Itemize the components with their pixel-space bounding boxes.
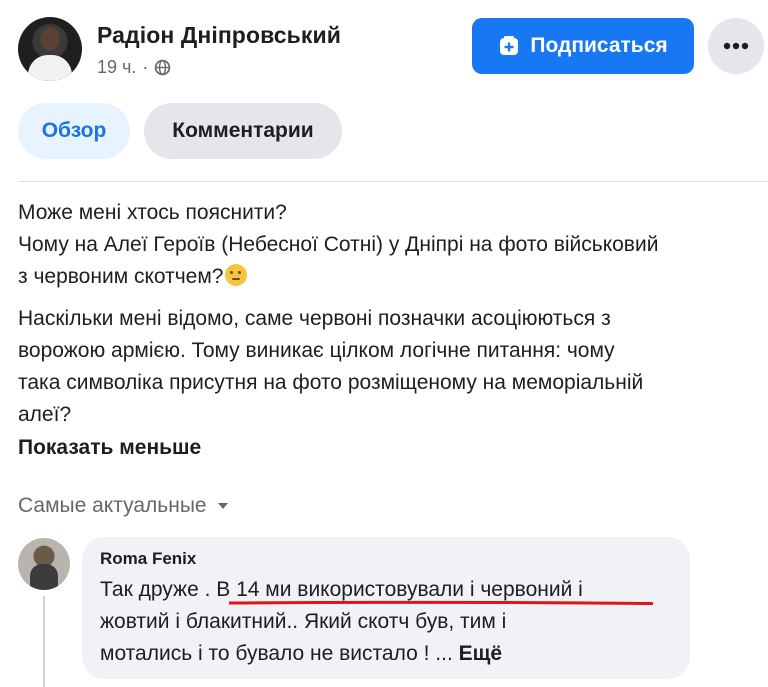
comment-text: Так друже . В 14 ми використовували і че…	[100, 574, 680, 670]
follow-label: Подписаться	[530, 34, 668, 57]
post-line: Наскільки мені відомо, саме червоні позн…	[18, 307, 611, 330]
post-line: Може мені хтось пояснити?	[18, 201, 287, 224]
post-text: Може мені хтось пояснити? Чому на Алеї Г…	[18, 197, 758, 441]
meta-separator: ·	[142, 57, 149, 77]
commenter-name[interactable]: Roma Fenix	[100, 549, 196, 569]
post-paragraph-1: Може мені хтось пояснити? Чому на Алеї Г…	[18, 197, 758, 293]
comment-sort-dropdown[interactable]: Самые актуальные	[18, 494, 229, 518]
avatar-torso	[28, 55, 72, 81]
commenter-avatar-body	[30, 564, 58, 590]
comment-highlighted-text: В 14 ми використовували і червоний	[216, 578, 573, 601]
divider	[18, 181, 768, 182]
post-header: Радіон Дніпровський 19 ч. · Подписаться	[0, 0, 768, 100]
thinking-face-emoji	[225, 264, 248, 286]
globe-icon	[155, 59, 171, 76]
post-line: така символіка присутня на фото розміщен…	[18, 371, 644, 394]
post-line: ворожою армією. Тому виникає цілком логі…	[18, 339, 615, 362]
comment-text-end: і	[572, 578, 583, 601]
comment-line-3: мотались і то бувало не вистало ! ...	[100, 642, 459, 665]
post-line: з червоним скотчем?	[18, 265, 224, 288]
reply-thread-line	[43, 596, 45, 687]
comment-text-start: Так друже .	[100, 578, 217, 601]
red-underline-annotation	[229, 600, 653, 605]
see-more-link[interactable]: Ещё	[459, 642, 502, 665]
post-time[interactable]: 19 ч.	[97, 57, 136, 78]
tab-comments[interactable]: Комментарии	[144, 103, 342, 159]
sort-label: Самые актуальные	[18, 494, 207, 517]
author-avatar[interactable]	[18, 17, 82, 81]
caret-down-icon	[217, 503, 228, 509]
more-horizontal-icon	[723, 42, 749, 50]
tab-overview[interactable]: Обзор	[18, 103, 130, 159]
comment-line-2: жовтий і блакитний.. Який скотч був, тим…	[100, 610, 507, 633]
follow-icon	[500, 36, 519, 55]
post-line: Чому на Алеї Героїв (Небесної Сотні) у Д…	[18, 233, 659, 256]
author-name[interactable]: Радіон Дніпровський	[97, 22, 341, 49]
post-meta: 19 ч. ·	[97, 57, 171, 78]
more-options-button[interactable]	[708, 18, 764, 74]
post-line: алеї?	[18, 403, 72, 426]
avatar-head	[40, 27, 60, 51]
follow-button[interactable]: Подписаться	[472, 18, 694, 74]
post-paragraph-2: Наскільки мені відомо, саме червоні позн…	[18, 303, 758, 431]
show-less-link[interactable]: Показать меньше	[18, 436, 201, 460]
commenter-avatar[interactable]	[18, 538, 70, 590]
